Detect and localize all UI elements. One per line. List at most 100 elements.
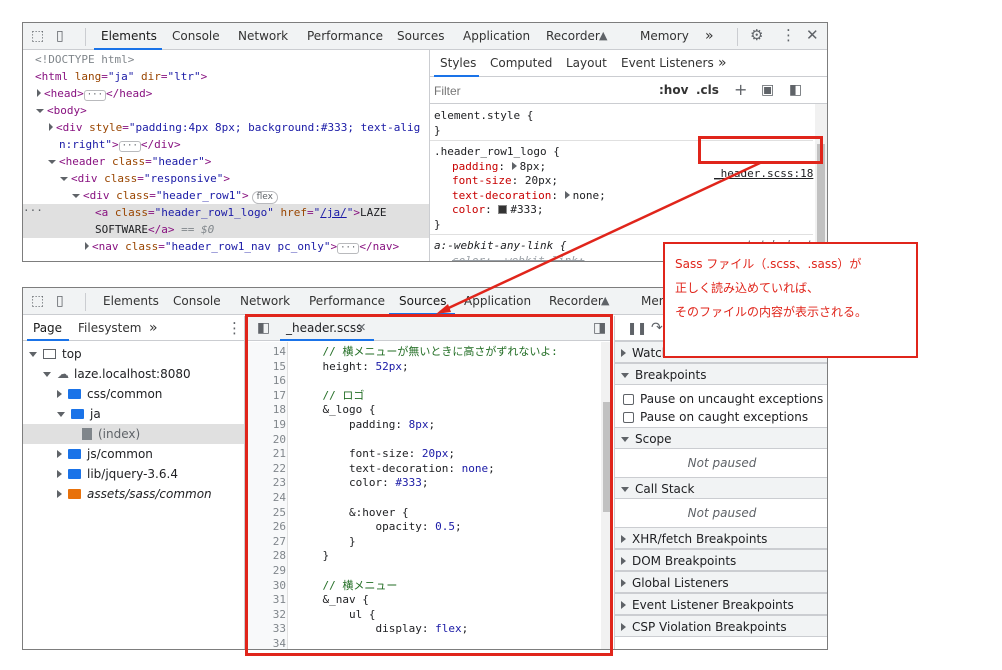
- styles-filter-input[interactable]: [434, 82, 648, 100]
- device-toolbar-icon[interactable]: ▯: [56, 294, 64, 308]
- toggle-sidebar-icon[interactable]: ◧: [789, 83, 802, 97]
- debugger-section-header[interactable]: DOM Breakpoints: [615, 549, 827, 571]
- expand-icon[interactable]: [57, 470, 62, 478]
- file-tree-item[interactable]: assets/sass/common: [23, 484, 244, 504]
- dom-node-line[interactable]: <nav class="header_row1_nav pc_only"> ···…: [23, 238, 429, 255]
- file-tree-item[interactable]: js/common: [23, 444, 244, 464]
- tab-sources[interactable]: Sources: [399, 288, 446, 315]
- gear-icon[interactable]: ⚙: [750, 28, 763, 43]
- expand-icon: [621, 557, 626, 565]
- debugger-section-header[interactable]: Global Listeners: [615, 571, 827, 593]
- dom-node-line[interactable]: <a class="header_row1_logo" href="/ja/">…: [23, 204, 429, 221]
- step-over-icon[interactable]: ↷: [651, 321, 663, 335]
- selected-node-dots[interactable]: ···: [23, 204, 43, 217]
- pause-caught-checkbox[interactable]: [623, 412, 634, 423]
- pause-icon[interactable]: ❚❚: [627, 322, 647, 334]
- pause-caught-option[interactable]: Pause on caught exceptions: [623, 408, 823, 426]
- dom-node-line[interactable]: <html lang="ja" dir="ltr">: [23, 68, 429, 85]
- inspect-element-icon[interactable]: ⬚: [31, 29, 44, 43]
- tab-filesystem[interactable]: Filesystem: [78, 316, 141, 341]
- expand-shorthand-icon[interactable]: [564, 190, 570, 199]
- expand-shorthand-icon[interactable]: [511, 161, 517, 170]
- dom-node-line[interactable]: <div class="responsive">: [23, 170, 429, 187]
- tab-recorder[interactable]: Recorder: [549, 288, 603, 315]
- collapse-icon[interactable]: [43, 372, 51, 377]
- collapse-icon[interactable]: [36, 109, 44, 113]
- expand-icon[interactable]: [57, 490, 62, 498]
- expand-icon[interactable]: [57, 390, 62, 398]
- cls-toggle[interactable]: .cls: [696, 83, 719, 97]
- folder-icon: [68, 449, 81, 459]
- navigator-more-tabs[interactable]: »: [149, 316, 158, 341]
- navigator-tabbar: Page Filesystem » ⋮: [23, 316, 244, 341]
- tab-application[interactable]: Application: [464, 288, 531, 315]
- rendering-emulation-icon[interactable]: ▣: [761, 83, 774, 97]
- file-tree-item[interactable]: css/common: [23, 384, 244, 404]
- tab-layout[interactable]: Layout: [566, 50, 607, 77]
- debugger-section-header[interactable]: CSP Violation Breakpoints: [615, 615, 827, 637]
- tab-console[interactable]: Console: [172, 23, 220, 50]
- dom-node-line[interactable]: SOFTWARE</a> == $0: [23, 221, 429, 238]
- tab-recorder[interactable]: Recorder: [546, 23, 600, 50]
- tab-sources[interactable]: Sources: [397, 23, 444, 50]
- collapse-icon[interactable]: [48, 160, 56, 164]
- tab-console[interactable]: Console: [173, 288, 221, 315]
- collapse-icon[interactable]: [57, 412, 65, 417]
- collapse-icon[interactable]: [29, 352, 37, 357]
- more-tabs-button[interactable]: »: [705, 23, 714, 50]
- pause-uncaught-option[interactable]: Pause on uncaught exceptions: [623, 390, 823, 408]
- styles-scrollbar[interactable]: [815, 104, 827, 261]
- styles-more-tabs[interactable]: »: [718, 50, 727, 77]
- css-property-text-decoration[interactable]: text-decoration: none;: [434, 189, 812, 204]
- tab-performance[interactable]: Performance: [309, 288, 385, 315]
- scope-pane-header[interactable]: Scope: [615, 427, 827, 449]
- dom-node-line[interactable]: <div style="padding:4px 8px; background:…: [23, 119, 429, 136]
- collapse-icon[interactable]: [72, 194, 80, 198]
- dom-node-line[interactable]: <!DOCTYPE html>: [23, 51, 429, 68]
- dom-node-line[interactable]: n:right"> ··· </div>: [23, 136, 429, 153]
- expand-icon[interactable]: [57, 450, 62, 458]
- inspect-element-icon[interactable]: ⬚: [31, 294, 44, 308]
- tab-elements[interactable]: Elements: [103, 288, 159, 315]
- hov-toggle[interactable]: :hov: [659, 83, 688, 97]
- tab-computed[interactable]: Computed: [490, 50, 552, 77]
- tab-memory[interactable]: Memory: [640, 23, 689, 50]
- dom-node-line[interactable]: <header class="header">: [23, 153, 429, 170]
- tab-performance[interactable]: Performance: [307, 23, 383, 50]
- callout-line-3: そのファイルの内容が表示される。: [675, 305, 868, 319]
- call-stack-pane-header[interactable]: Call Stack: [615, 477, 827, 499]
- tab-page[interactable]: Page: [33, 316, 62, 341]
- collapse-icon[interactable]: [60, 177, 68, 181]
- expand-icon[interactable]: [37, 89, 41, 97]
- dom-node-line[interactable]: <body>: [23, 102, 429, 119]
- rule-source-link[interactable]: _header.scss:18: [714, 167, 813, 180]
- file-tree-item[interactable]: (index): [23, 424, 244, 444]
- file-tree-item[interactable]: ja: [23, 404, 244, 424]
- device-toolbar-icon[interactable]: ▯: [56, 29, 64, 43]
- add-rule-icon[interactable]: +: [734, 82, 747, 98]
- file-tree-item[interactable]: top: [23, 344, 244, 364]
- element-style-selector[interactable]: element.style {: [434, 108, 533, 123]
- file-tree-item[interactable]: lib/jquery-3.6.4: [23, 464, 244, 484]
- debugger-section-header[interactable]: XHR/fetch Breakpoints: [615, 527, 827, 549]
- debugger-section-header[interactable]: Event Listener Breakpoints: [615, 593, 827, 615]
- tab-event-listeners[interactable]: Event Listeners: [621, 50, 714, 77]
- tab-styles[interactable]: Styles: [440, 50, 476, 77]
- kebab-menu-icon[interactable]: ⋮: [781, 28, 796, 43]
- tab-application[interactable]: Application: [463, 23, 530, 50]
- file-tree-item[interactable]: ☁ laze.localhost:8080: [23, 364, 244, 384]
- dom-node-line[interactable]: <div class="header_row1"> flex: [23, 187, 429, 204]
- expand-icon[interactable]: [85, 242, 89, 250]
- breakpoints-pane-header[interactable]: Breakpoints: [615, 363, 827, 385]
- css-property-color[interactable]: color: #333;: [434, 203, 812, 218]
- tab-network[interactable]: Network: [238, 23, 288, 50]
- pause-uncaught-checkbox[interactable]: [623, 394, 634, 405]
- navigator-menu-icon[interactable]: ⋮: [227, 321, 242, 336]
- dom-node-line[interactable]: <head> ··· </head>: [23, 85, 429, 102]
- close-icon[interactable]: ✕: [806, 28, 819, 43]
- tab-network[interactable]: Network: [240, 288, 290, 315]
- color-swatch[interactable]: [498, 205, 508, 214]
- tab-elements[interactable]: Elements: [101, 23, 157, 50]
- expand-icon: [621, 579, 626, 587]
- expand-icon[interactable]: [49, 123, 53, 131]
